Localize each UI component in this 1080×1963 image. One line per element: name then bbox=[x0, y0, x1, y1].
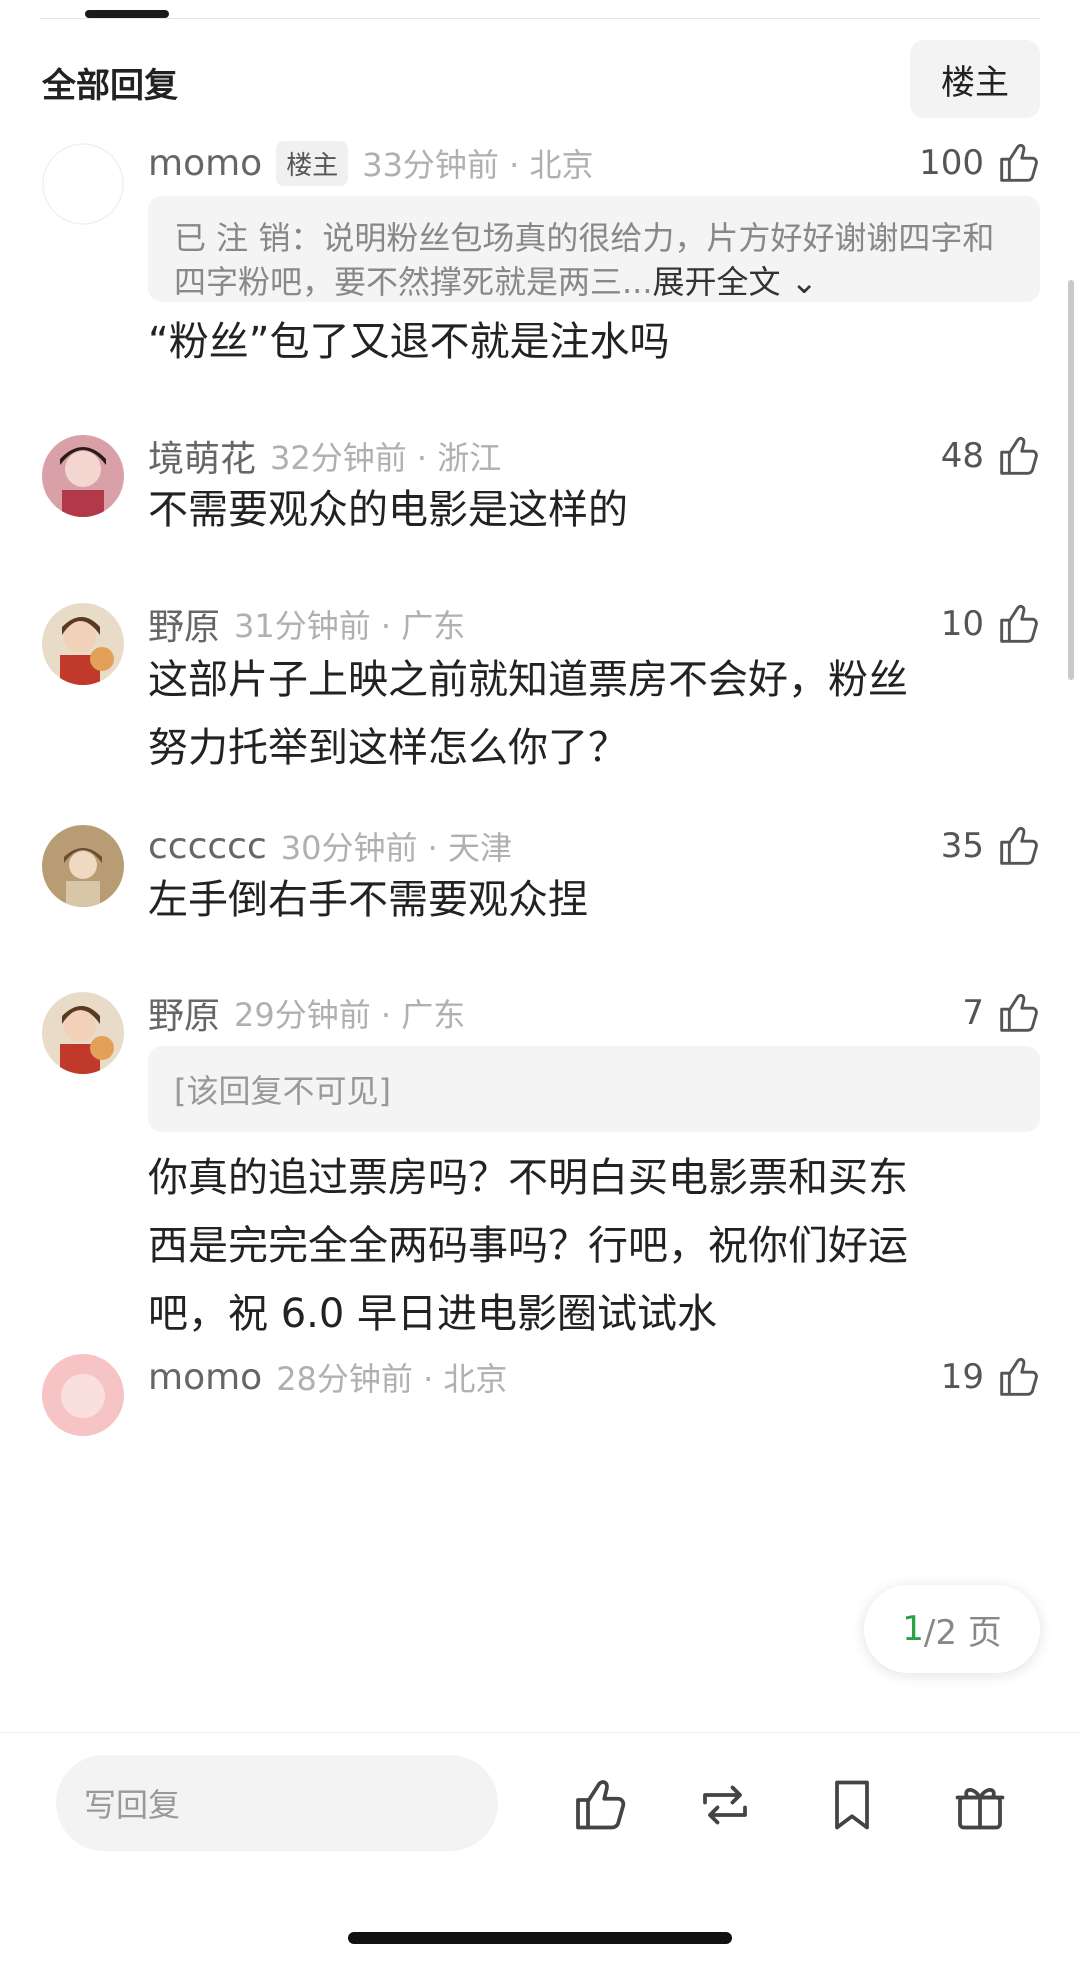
comment-body-line: 吧，祝 6.0 早日进电影圈试试水 bbox=[148, 1291, 718, 1337]
chevron-down-icon: ⌄ bbox=[780, 263, 818, 301]
comment-body: 不需要观众的电影是这样的 bbox=[148, 487, 628, 533]
comment-body-line: 西是完完全全两码事吗？行吧，祝你们好运 bbox=[148, 1223, 908, 1269]
timestamp-location: 31分钟前 · 广东 bbox=[234, 607, 466, 645]
op-only-filter-button[interactable]: 楼主 bbox=[910, 40, 1040, 118]
comment-meta: 境萌花 32分钟前 · 浙江 bbox=[148, 431, 501, 481]
comment-body-line: 这部片子上映之前就知道票房不会好，粉丝 bbox=[148, 657, 908, 703]
like-button[interactable]: 48 bbox=[941, 431, 1040, 481]
like-count: 10 bbox=[940, 604, 984, 644]
avatar[interactable] bbox=[42, 825, 124, 907]
expand-full-text-link[interactable]: 展开全文 bbox=[653, 263, 781, 301]
avatar[interactable] bbox=[42, 1354, 124, 1436]
timestamp-location: 28分钟前 · 北京 bbox=[276, 1360, 508, 1398]
username[interactable]: momo bbox=[148, 143, 262, 184]
comment-body: 左手倒右手不需要观众捏 bbox=[148, 877, 588, 923]
username[interactable]: 野原 bbox=[148, 598, 220, 650]
comment-meta: 野原 29分钟前 · 广东 bbox=[148, 988, 465, 1038]
username[interactable]: momo bbox=[148, 1357, 262, 1398]
like-count: 7 bbox=[962, 993, 984, 1033]
username[interactable]: 野原 bbox=[148, 987, 220, 1039]
thumbs-up-icon bbox=[994, 601, 1040, 647]
repost-icon[interactable] bbox=[695, 1775, 755, 1835]
page-indicator[interactable]: 1/2 页 bbox=[864, 1585, 1040, 1673]
scrollbar[interactable] bbox=[1068, 280, 1074, 680]
username[interactable]: cccccc bbox=[148, 826, 267, 867]
reply-input[interactable]: 写回复 bbox=[56, 1755, 498, 1851]
thumbs-up-icon bbox=[994, 823, 1040, 869]
timestamp-location: 30分钟前 · 天津 bbox=[280, 829, 513, 867]
like-count: 100 bbox=[919, 143, 984, 183]
like-count: 35 bbox=[940, 826, 984, 866]
comment-body: 你真的追过票房吗？不明白买电影票和买东 西是完完全全两码事吗？行吧，祝你们好运 … bbox=[148, 1144, 1020, 1348]
like-count: 48 bbox=[940, 436, 984, 476]
comment-meta: momo 楼主 33分钟前 · 北京 bbox=[148, 138, 593, 188]
avatar[interactable] bbox=[42, 992, 124, 1074]
comment-body: 这部片子上映之前就知道票房不会好，粉丝 努力托举到这样怎么你了？ bbox=[148, 646, 1020, 782]
drag-handle[interactable] bbox=[85, 10, 169, 18]
like-button[interactable]: 7 bbox=[962, 988, 1040, 1038]
timestamp-location: 29分钟前 · 广东 bbox=[234, 996, 466, 1034]
divider bbox=[40, 18, 1040, 19]
timestamp-location: 32分钟前 · 浙江 bbox=[270, 439, 502, 477]
comment-meta: momo 28分钟前 · 北京 bbox=[148, 1352, 507, 1402]
comment-body-line: 努力托举到这样怎么你了？ bbox=[148, 725, 628, 771]
like-button[interactable]: 100 bbox=[919, 138, 1040, 188]
like-button[interactable]: 19 bbox=[941, 1352, 1040, 1402]
thumbs-up-icon[interactable] bbox=[568, 1775, 628, 1835]
thumbs-up-icon bbox=[994, 140, 1040, 186]
total-pages: /2 页 bbox=[923, 1612, 1002, 1653]
like-button[interactable]: 10 bbox=[941, 599, 1040, 649]
op-badge: 楼主 bbox=[276, 140, 349, 186]
page-title: 全部回复 bbox=[42, 66, 178, 106]
current-page: 1 bbox=[902, 1609, 924, 1649]
home-indicator bbox=[348, 1932, 732, 1944]
timestamp-location: 33分钟前 · 北京 bbox=[362, 146, 594, 184]
comments-header: 全部回复 楼主 bbox=[0, 40, 1080, 120]
like-count: 19 bbox=[940, 1357, 984, 1397]
hidden-quoted-reply: [该回复不可见] bbox=[148, 1046, 1040, 1132]
bookmark-icon[interactable] bbox=[822, 1775, 882, 1835]
comment-body-line: 你真的追过票房吗？不明白买电影票和买东 bbox=[148, 1155, 908, 1201]
comment-body: “粉丝”包了又退不就是注水吗 bbox=[148, 319, 670, 365]
comment-meta: 野原 31分钟前 · 广东 bbox=[148, 599, 465, 649]
comment-meta: cccccc 30分钟前 · 天津 bbox=[148, 821, 512, 871]
username[interactable]: 境萌花 bbox=[148, 430, 256, 482]
avatar[interactable] bbox=[42, 603, 124, 685]
bottom-action-bar: 写回复 bbox=[0, 1732, 1080, 1963]
gift-icon[interactable] bbox=[950, 1775, 1010, 1835]
avatar[interactable] bbox=[42, 143, 124, 225]
thumbs-up-icon bbox=[994, 433, 1040, 479]
avatar[interactable] bbox=[42, 435, 124, 517]
quoted-text: 已 注 销：说明粉丝包场真的很给力，片方好好谢谢四字和四字粉吧，要不然撑死就是两… bbox=[174, 219, 995, 301]
thumbs-up-icon bbox=[994, 1354, 1040, 1400]
thumbs-up-icon bbox=[994, 990, 1040, 1036]
like-button[interactable]: 35 bbox=[941, 821, 1040, 871]
quoted-reply[interactable]: 已 注 销：说明粉丝包场真的很给力，片方好好谢谢四字和四字粉吧，要不然撑死就是两… bbox=[148, 196, 1040, 302]
